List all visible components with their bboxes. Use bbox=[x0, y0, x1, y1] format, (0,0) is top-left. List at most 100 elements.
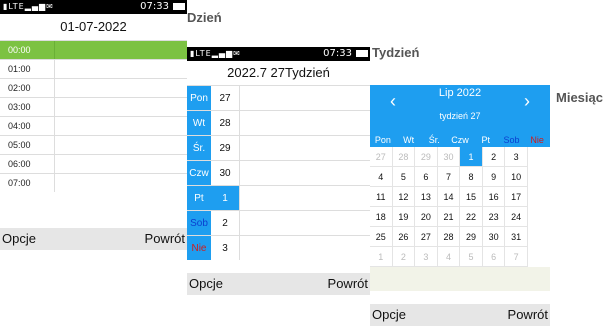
softkey-bar: Opcje Powrót bbox=[370, 304, 550, 326]
calendar-day-cell[interactable]: 1 bbox=[370, 247, 393, 267]
calendar-day-cell[interactable]: 19 bbox=[392, 207, 416, 227]
calendar-day-cell[interactable]: 7 bbox=[437, 167, 461, 187]
month-header: ‹ Lip 2022 tydzień 27 › bbox=[370, 85, 550, 133]
hour-label: 03:00 bbox=[8, 102, 31, 112]
calendar-day-cell[interactable]: 6 bbox=[482, 247, 506, 267]
hour-row[interactable]: 01:00 bbox=[0, 59, 187, 78]
calendar-day-cell[interactable]: 24 bbox=[505, 207, 528, 227]
hour-row[interactable]: 02:00 bbox=[0, 78, 187, 97]
calendar-day-cell[interactable]: 5 bbox=[392, 167, 416, 187]
day-view-title: Dzień bbox=[187, 10, 222, 25]
hour-row[interactable]: 06:00 bbox=[0, 154, 187, 173]
week-day-row[interactable]: Sob 2 bbox=[187, 210, 370, 235]
day-view-screen: ▮LTE▂▄▆✉ 07:33 01-07-2022 00:00 01:00 02:0… bbox=[0, 0, 187, 250]
calendar-day-cell[interactable]: 2 bbox=[392, 247, 416, 267]
calendar-day-cell[interactable]: 5 bbox=[460, 247, 483, 267]
calendar-day-cell[interactable]: 22 bbox=[460, 207, 483, 227]
week-day-row[interactable]: Pt 1 bbox=[187, 185, 370, 210]
status-bar: ▮LTE▂▄▆✉ 07:33 bbox=[187, 47, 370, 61]
calendar-day-cell[interactable]: 25 bbox=[370, 227, 393, 247]
calendar-day-cell[interactable]: 26 bbox=[392, 227, 416, 247]
calendar-day-cell[interactable]: 4 bbox=[370, 167, 393, 187]
week-day-number: 30 bbox=[219, 167, 231, 179]
week-day-label: Nie bbox=[187, 236, 211, 260]
hour-separator bbox=[54, 174, 55, 192]
week-day-label: Pt bbox=[187, 186, 211, 210]
week-view-screen: ▮LTE▂▄▆✉ 07:33 2022.7 27Tydzień Pon 27 Wt 2… bbox=[187, 47, 370, 295]
day-of-week-label: Wt bbox=[403, 135, 415, 145]
week-day-events bbox=[239, 186, 370, 210]
signal-icon: ▮LTE▂▄▆✉ bbox=[190, 49, 241, 58]
week-day-events bbox=[239, 236, 370, 260]
signal-icon: ▮LTE▂▄▆✉ bbox=[3, 2, 54, 11]
day-of-week-label: Pt bbox=[481, 135, 490, 145]
calendar-day-cell[interactable]: 21 bbox=[437, 207, 461, 227]
week-day-row[interactable]: Śr. 29 bbox=[187, 135, 370, 160]
hour-row[interactable]: 03:00 bbox=[0, 97, 187, 116]
back-softkey[interactable]: Powrót bbox=[145, 231, 185, 246]
calendar-day-cell[interactable]: 20 bbox=[415, 207, 438, 227]
week-day-events bbox=[239, 136, 370, 160]
calendar-day-cell[interactable]: 16 bbox=[482, 187, 506, 207]
options-softkey[interactable]: Opcje bbox=[2, 231, 36, 246]
week-label: tydzień 27 bbox=[439, 111, 481, 121]
calendar-day-cell[interactable]: 27 bbox=[370, 147, 393, 167]
back-softkey[interactable]: Powrót bbox=[328, 276, 368, 291]
calendar-day-cell[interactable]: 18 bbox=[370, 207, 393, 227]
calendar-day-cell[interactable]: 29 bbox=[415, 147, 438, 167]
calendar-day-cell[interactable]: 23 bbox=[482, 207, 506, 227]
back-softkey[interactable]: Powrót bbox=[508, 307, 548, 322]
day-of-week-label: Sob bbox=[503, 135, 520, 145]
hour-separator bbox=[54, 60, 55, 78]
hour-row[interactable]: 05:00 bbox=[0, 135, 187, 154]
battery-icon bbox=[173, 3, 185, 10]
calendar-day-cell[interactable]: 13 bbox=[415, 187, 438, 207]
calendar-day-cell[interactable]: 11 bbox=[370, 187, 393, 207]
calendar-day-cell[interactable]: 29 bbox=[460, 227, 483, 247]
calendar-day-cell[interactable]: 30 bbox=[437, 147, 461, 167]
hour-label: 06:00 bbox=[8, 159, 31, 169]
calendar-day-cell[interactable]: 2 bbox=[482, 147, 506, 167]
week-day-row[interactable]: Pon 27 bbox=[187, 85, 370, 110]
calendar-day-cell[interactable]: 31 bbox=[505, 227, 528, 247]
hour-row[interactable]: 07:00 bbox=[0, 173, 187, 192]
calendar-day-cell[interactable]: 28 bbox=[392, 147, 416, 167]
calendar-day-cell[interactable]: 10 bbox=[505, 167, 528, 187]
hour-separator bbox=[54, 155, 55, 173]
calendar-day-cell[interactable]: 7 bbox=[505, 247, 528, 267]
hour-separator bbox=[54, 136, 55, 154]
calendar-day-cell[interactable]: 14 bbox=[437, 187, 461, 207]
calendar-day-cell[interactable]: 9 bbox=[482, 167, 506, 187]
calendar-day-cell[interactable]: 4 bbox=[437, 247, 461, 267]
calendar-day-cell[interactable]: 6 bbox=[415, 167, 438, 187]
hour-row[interactable]: 04:00 bbox=[0, 116, 187, 135]
week-day-row[interactable]: Czw 30 bbox=[187, 160, 370, 185]
week-day-row[interactable]: Wt 28 bbox=[187, 110, 370, 135]
calendar-day-cell[interactable]: 30 bbox=[482, 227, 506, 247]
week-day-events bbox=[239, 161, 370, 185]
chevron-right-icon[interactable]: › bbox=[524, 91, 530, 112]
options-softkey[interactable]: Opcje bbox=[372, 307, 406, 322]
week-day-label: Pon bbox=[187, 86, 211, 110]
week-day-number: 27 bbox=[219, 92, 231, 104]
hour-label: 01:00 bbox=[8, 64, 31, 74]
week-day-label: Czw bbox=[187, 161, 211, 185]
calendar-day-cell[interactable]: 28 bbox=[437, 227, 461, 247]
calendar-day-cell[interactable]: 15 bbox=[460, 187, 483, 207]
calendar-day-cell[interactable]: 1 bbox=[460, 147, 483, 167]
calendar-day-cell[interactable]: 3 bbox=[505, 147, 528, 167]
calendar-day-cell[interactable]: 27 bbox=[415, 227, 438, 247]
calendar-day-cell[interactable]: 3 bbox=[415, 247, 438, 267]
options-softkey[interactable]: Opcje bbox=[189, 276, 223, 291]
week-day-events bbox=[239, 211, 370, 235]
hour-label: 07:00 bbox=[8, 178, 31, 188]
calendar-day-cell[interactable]: 17 bbox=[505, 187, 528, 207]
calendar-day-cell[interactable]: 12 bbox=[392, 187, 416, 207]
hour-label: 05:00 bbox=[8, 140, 31, 150]
calendar-day-cell[interactable]: 8 bbox=[460, 167, 483, 187]
week-day-number: 2 bbox=[222, 217, 228, 229]
hour-row[interactable]: 00:00 bbox=[0, 40, 187, 59]
day-of-week-label: Czw bbox=[451, 135, 469, 145]
week-day-row[interactable]: Nie 3 bbox=[187, 235, 370, 260]
hour-label: 00:00 bbox=[8, 45, 31, 55]
